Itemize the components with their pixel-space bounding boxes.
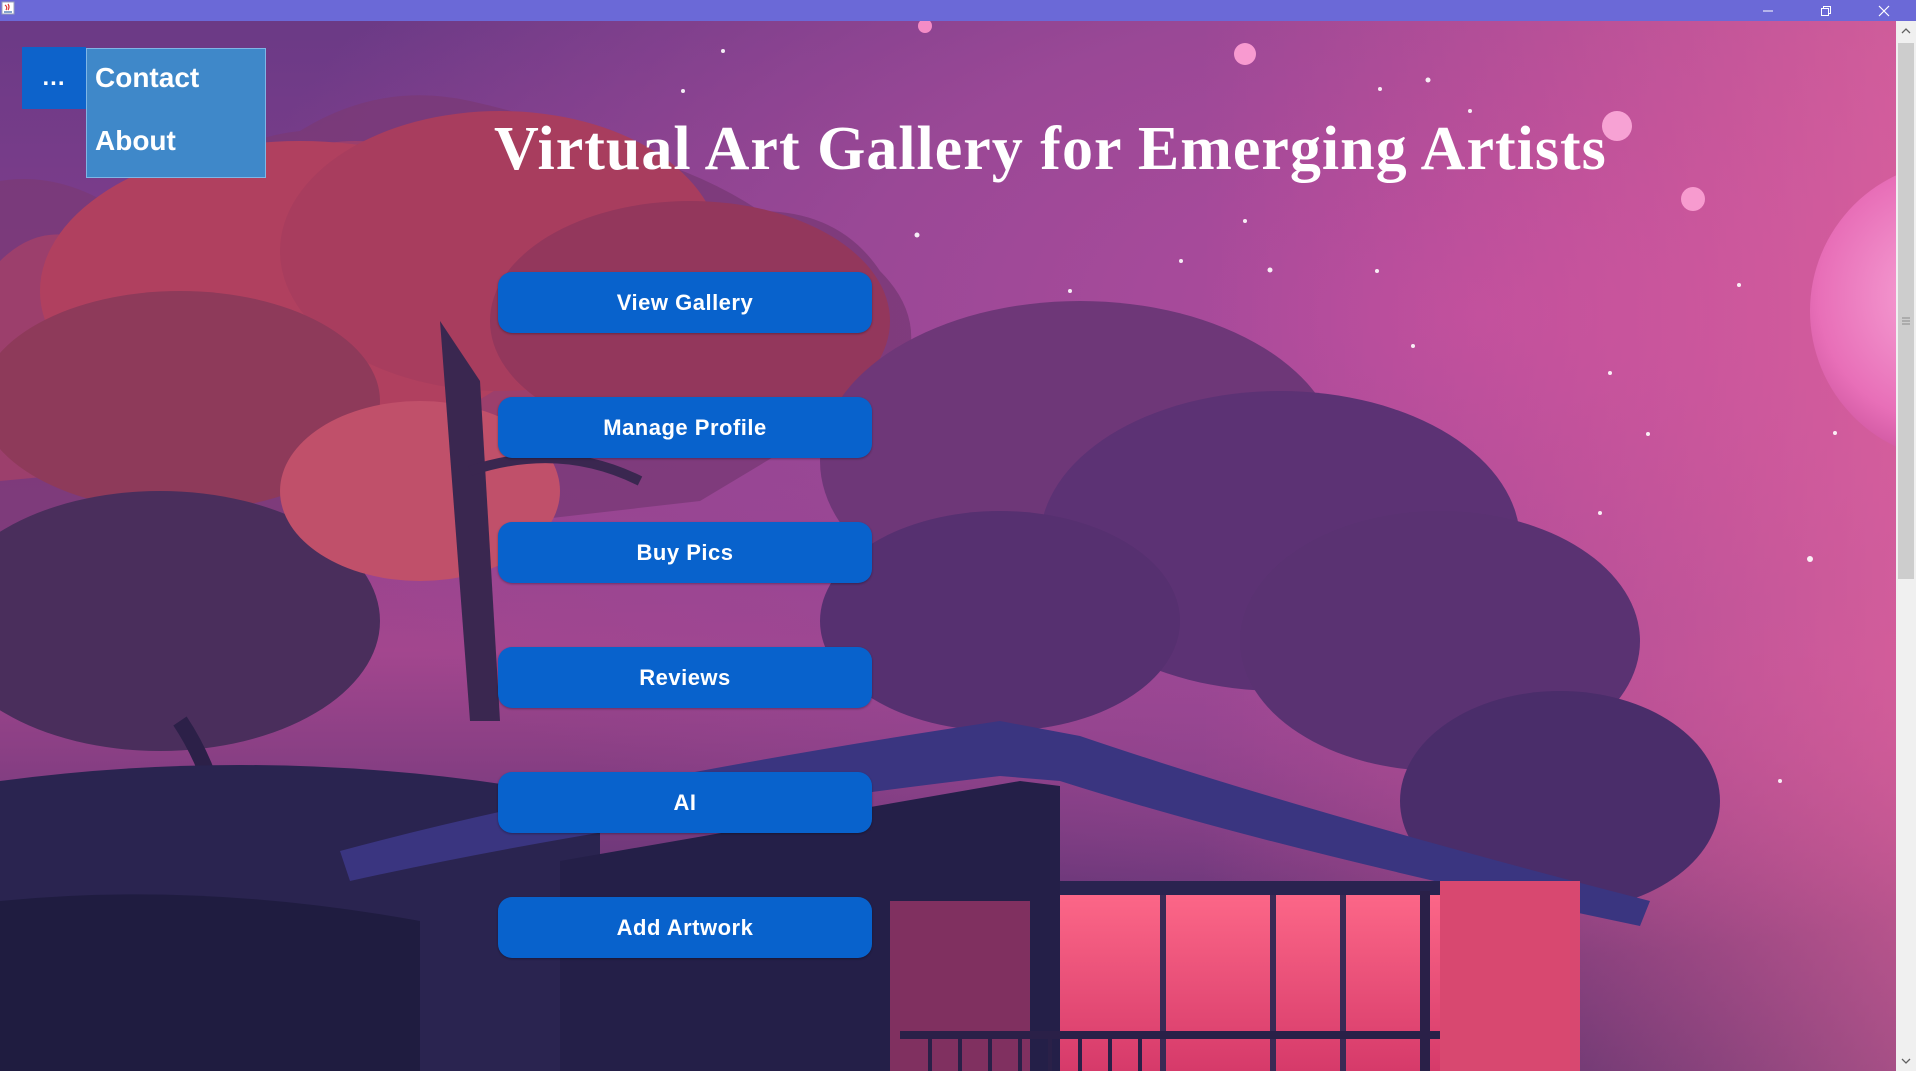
- view-gallery-button[interactable]: View Gallery: [498, 272, 872, 333]
- minimize-button[interactable]: [1746, 0, 1790, 21]
- chevron-up-icon: [1901, 28, 1911, 34]
- manage-profile-button[interactable]: Manage Profile: [498, 397, 872, 458]
- vertical-scrollbar[interactable]: [1896, 21, 1916, 1071]
- java-app-icon: [1, 1, 15, 15]
- buy-pics-button[interactable]: Buy Pics: [498, 522, 872, 583]
- grip-icon: [1902, 317, 1910, 325]
- menu-toggle-button[interactable]: ...: [22, 47, 86, 109]
- scroll-down-arrow[interactable]: [1896, 1051, 1916, 1071]
- ai-button[interactable]: AI: [498, 772, 872, 833]
- scrollbar-thumb[interactable]: [1898, 43, 1914, 579]
- window-titlebar: [0, 0, 1916, 21]
- scroll-up-arrow[interactable]: [1896, 21, 1916, 41]
- page-title: Virtual Art Gallery for Emerging Artists: [494, 115, 1607, 183]
- close-button[interactable]: [1862, 0, 1906, 21]
- menu-item-about[interactable]: About: [95, 125, 176, 157]
- minimize-icon: [1763, 10, 1773, 11]
- restore-button[interactable]: [1804, 0, 1848, 21]
- menu-popup: Contact About: [86, 48, 266, 178]
- reviews-button[interactable]: Reviews: [498, 647, 872, 708]
- chevron-down-icon: [1901, 1058, 1911, 1064]
- restore-icon: [1821, 5, 1831, 16]
- close-icon: [1878, 5, 1890, 16]
- add-artwork-button[interactable]: Add Artwork: [498, 897, 872, 958]
- main-panel: ... Contact About Virtual Art Gallery fo…: [0, 21, 1896, 1071]
- menu-item-contact[interactable]: Contact: [95, 62, 199, 94]
